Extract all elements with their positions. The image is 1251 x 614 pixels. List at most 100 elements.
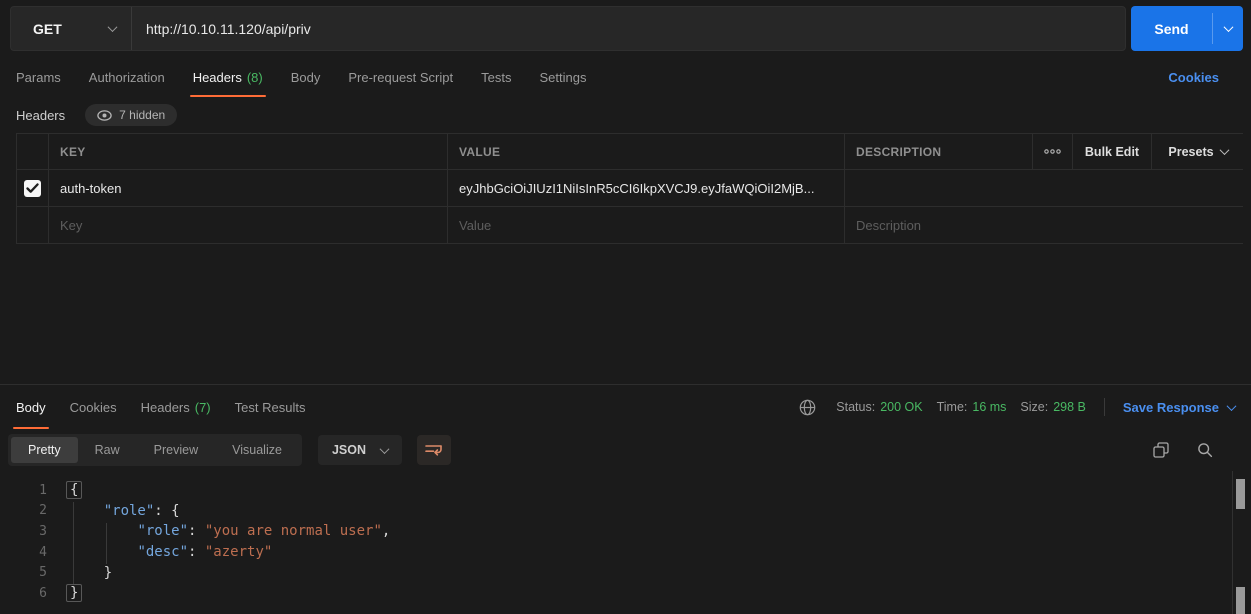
send-options-button[interactable] <box>1213 6 1243 51</box>
code-line: 3 "role": "you are normal user", <box>0 521 1251 542</box>
chevron-down-icon <box>108 22 118 32</box>
request-tab-tests[interactable]: Tests <box>481 57 511 97</box>
size-label: Size: <box>1020 400 1048 414</box>
column-header-key: KEY <box>48 134 447 169</box>
tab-label: Test Results <box>235 400 306 415</box>
tab-label: Body <box>16 400 46 415</box>
presets-button[interactable]: Presets <box>1151 134 1244 169</box>
header-key-value: auth-token <box>60 181 121 196</box>
view-tab-pretty[interactable]: Pretty <box>11 437 78 463</box>
new-value-field[interactable]: Value <box>447 207 844 243</box>
line-number: 4 <box>0 545 47 560</box>
new-key-field[interactable]: Key <box>48 207 447 243</box>
code-text: } <box>47 565 112 581</box>
method-select[interactable]: GET <box>11 7 132 50</box>
headers-table-header: KEY VALUE DESCRIPTION Bulk Edit Presets <box>17 134 1243 170</box>
header-key-field[interactable]: auth-token <box>48 170 447 206</box>
search-button[interactable] <box>1197 442 1213 458</box>
headers-section-title: Headers <box>16 108 65 123</box>
view-tab-raw[interactable]: Raw <box>78 437 137 463</box>
response-tab-bar: Body Cookies Headers (7) Test Results Status… <box>0 385 1251 429</box>
scrollbar-track <box>1232 471 1233 614</box>
response-tabs: Body Cookies Headers (7) Test Results <box>16 385 305 429</box>
send-button[interactable]: Send <box>1131 6 1243 51</box>
new-description-field[interactable]: Description <box>844 207 1244 243</box>
tab-count-badge: (8) <box>247 70 263 85</box>
line-number: 5 <box>0 565 47 580</box>
select-all-cell <box>17 134 48 169</box>
code-text: } <box>47 585 82 601</box>
fold-marker-icon[interactable]: { <box>66 481 82 499</box>
header-description-field[interactable] <box>844 170 1244 206</box>
request-tab-body[interactable]: Body <box>291 57 321 97</box>
header-value-field[interactable]: eyJhbGciOiJIUzI1NiIsInR5cCI6IkpXVCJ9.eyJ… <box>447 170 844 206</box>
time-badge[interactable]: Time: 16 ms <box>937 400 1007 414</box>
table-row: auth-token eyJhbGciOiJIUzI1NiIsInR5cCI6I… <box>17 170 1243 207</box>
code-line: 1{ <box>0 480 1251 501</box>
line-number: 1 <box>0 483 47 498</box>
row-checkbox-cell <box>17 170 48 206</box>
response-meta: Status: 200 OK Time: 16 ms Size: 298 B S… <box>799 398 1239 416</box>
key-placeholder: Key <box>60 218 82 233</box>
format-select[interactable]: JSON <box>318 435 402 465</box>
cookies-link[interactable]: Cookies <box>1168 70 1219 85</box>
copy-button[interactable] <box>1153 442 1169 458</box>
url-input[interactable] <box>132 7 1125 50</box>
code-line: 4 "desc": "azerty" <box>0 542 1251 563</box>
chevron-down-icon <box>380 444 390 454</box>
response-tab-cookies[interactable]: Cookies <box>70 385 117 429</box>
request-tab-authorization[interactable]: Authorization <box>89 57 165 97</box>
tab-count-badge: (7) <box>195 400 211 415</box>
response-actions <box>1153 442 1235 458</box>
hidden-headers-label: 7 hidden <box>119 108 165 122</box>
request-tab-settings[interactable]: Settings <box>539 57 586 97</box>
tab-label: Headers <box>141 400 190 415</box>
status-badge[interactable]: Status: 200 OK <box>836 400 922 414</box>
request-tab-params[interactable]: Params <box>16 57 61 97</box>
time-value: 16 ms <box>972 400 1006 414</box>
request-tab-headers[interactable]: Headers(8) <box>193 57 263 97</box>
chevron-down-icon <box>1219 145 1229 155</box>
code-lines: 1{2 "role": {3 "role": "you are normal u… <box>0 480 1251 604</box>
request-url-bar: GET Send <box>0 0 1251 57</box>
code-text: "role": "you are normal user", <box>47 523 390 539</box>
response-view-bar: PrettyRawPreviewVisualize JSON <box>0 429 1251 471</box>
status-label: Status: <box>836 400 875 414</box>
view-tab-preview[interactable]: Preview <box>137 437 215 463</box>
column-header-value: VALUE <box>447 134 844 169</box>
column-header-description: DESCRIPTION <box>844 134 1032 169</box>
hidden-headers-toggle[interactable]: 7 hidden <box>85 104 177 126</box>
indent-guide <box>106 523 107 564</box>
request-tabs: Params Authorization Headers(8) Body Pre-req… <box>16 57 586 97</box>
response-tab-headers[interactable]: Headers (7) <box>141 385 211 429</box>
chevron-down-icon <box>1223 22 1233 32</box>
value-placeholder: Value <box>459 218 491 233</box>
size-badge[interactable]: Size: 298 B <box>1020 400 1085 414</box>
code-line: 5 } <box>0 562 1251 583</box>
wrap-text-icon <box>425 443 443 457</box>
line-number: 3 <box>0 524 47 539</box>
more-options-icon <box>1044 149 1061 154</box>
table-row-new: Key Value Description <box>17 207 1243 244</box>
code-text: "desc": "azerty" <box>47 544 272 560</box>
wrap-text-button[interactable] <box>417 435 451 465</box>
more-options-button[interactable] <box>1032 134 1072 169</box>
bulk-edit-button[interactable]: Bulk Edit <box>1072 134 1151 169</box>
row-checkbox[interactable] <box>24 180 41 197</box>
scrollbar-thumb[interactable] <box>1236 479 1245 509</box>
row-checkbox-cell <box>17 207 48 243</box>
fold-marker-icon[interactable]: } <box>66 584 82 602</box>
search-icon <box>1197 442 1213 458</box>
code-text: "role": { <box>47 503 180 519</box>
response-tab-test-results[interactable]: Test Results <box>235 385 306 429</box>
checkmark-icon <box>26 183 39 194</box>
tab-label: Settings <box>539 70 586 85</box>
request-tab-pre-request-script[interactable]: Pre-request Script <box>348 57 453 97</box>
save-response-button[interactable]: Save Response <box>1123 400 1239 415</box>
copy-icon <box>1153 442 1169 458</box>
view-tab-visualize[interactable]: Visualize <box>215 437 299 463</box>
scrollbar-thumb[interactable] <box>1236 587 1245 614</box>
request-tab-bar: Params Authorization Headers(8) Body Pre-req… <box>0 57 1251 97</box>
headers-table: KEY VALUE DESCRIPTION Bulk Edit Presets … <box>16 133 1243 244</box>
response-tab-body[interactable]: Body <box>16 385 46 429</box>
